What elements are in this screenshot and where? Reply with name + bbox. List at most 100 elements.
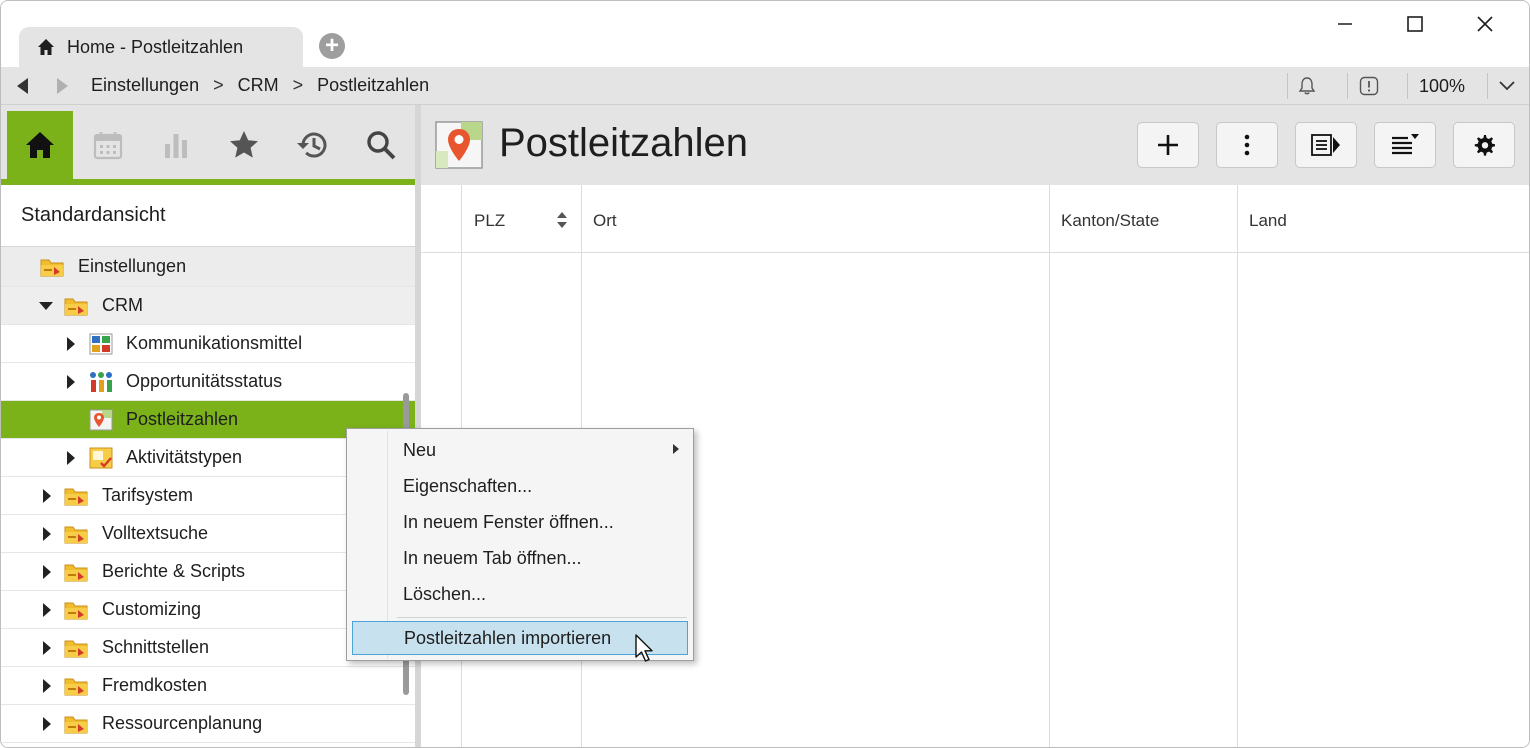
minimize-button[interactable] <box>1325 9 1365 39</box>
opportunity-icon <box>90 371 112 392</box>
folder-icon <box>64 298 88 315</box>
tree-item-crm[interactable]: CRM <box>1 287 415 325</box>
tree-item-label: Kommunikationsmittel <box>126 333 303 353</box>
tree-item-label: Aktivitätstypen <box>126 447 243 467</box>
tree-item-label: Tarifsystem <box>102 485 194 505</box>
caret-right-icon[interactable] <box>43 489 51 503</box>
menu-item-eigenschaften[interactable]: Eigenschaften... <box>347 469 693 503</box>
caret-right-icon[interactable] <box>43 565 51 579</box>
column-header-kanton-state[interactable]: Kanton/State <box>1061 211 1159 231</box>
tree-item-label: Ressourcenplanung <box>102 713 263 733</box>
alert-icon[interactable] <box>1359 76 1379 96</box>
tree-item-fremdkosten[interactable]: Fremdkosten <box>1 667 415 705</box>
tree-item-label: Schnittstellen <box>102 637 210 657</box>
view-title[interactable]: Standardansicht <box>1 185 415 247</box>
caret-right-icon[interactable] <box>43 603 51 617</box>
forward-arrow-icon[interactable] <box>57 78 68 94</box>
menu-item-open-new-window[interactable]: In neuem Fenster öffnen... <box>347 505 693 539</box>
folder-icon <box>64 640 88 657</box>
breadcrumb: Einstellungen > CRM > Postleitzahlen <box>91 75 429 96</box>
list-view-icon <box>1392 134 1419 155</box>
tab-history[interactable] <box>280 111 346 179</box>
tab-home[interactable] <box>7 111 73 179</box>
tree-item-einstellungen[interactable]: Einstellungen <box>1 247 415 287</box>
tab-reports[interactable] <box>143 111 209 179</box>
tab-calendar[interactable] <box>75 111 141 179</box>
column-header-ort[interactable]: Ort <box>593 211 617 231</box>
breadcrumb-separator: > <box>213 75 224 95</box>
caret-right-icon[interactable] <box>67 375 75 389</box>
tree-item-label: Einstellungen <box>78 256 187 276</box>
divider <box>1487 73 1488 99</box>
caret-right-icon[interactable] <box>43 679 51 693</box>
details-pane-button[interactable] <box>1295 122 1357 168</box>
list-view-button[interactable] <box>1374 122 1436 168</box>
add-button[interactable] <box>1137 122 1199 168</box>
settings-icon <box>1474 135 1495 156</box>
menu-item-label: In neuem Tab öffnen... <box>403 547 582 568</box>
tab-favorites[interactable] <box>211 111 277 179</box>
maximize-icon <box>1407 16 1423 32</box>
caret-right-icon[interactable] <box>43 717 51 731</box>
menu-item-loschen[interactable]: Löschen... <box>347 577 693 611</box>
maximize-button[interactable] <box>1395 9 1435 39</box>
breadcrumb-item-einstellungen[interactable]: Einstellungen <box>91 75 199 96</box>
folder-icon <box>64 526 88 543</box>
star-icon <box>230 131 258 158</box>
folder-icon <box>40 259 64 276</box>
tree-item-label: Fremdkosten <box>102 675 208 695</box>
navigation-tabs <box>1 105 415 185</box>
close-button[interactable] <box>1465 9 1505 39</box>
tree-item-label: Customizing <box>102 599 202 619</box>
caret-right-icon[interactable] <box>67 451 75 465</box>
menu-item-label: Postleitzahlen importieren <box>404 627 612 648</box>
column-divider <box>1049 185 1050 747</box>
column-header-land[interactable]: Land <box>1249 211 1287 231</box>
breadcrumb-item-postleitzahlen[interactable]: Postleitzahlen <box>317 75 429 96</box>
caret-right-icon[interactable] <box>43 527 51 541</box>
page-title: Postleitzahlen <box>499 121 749 165</box>
folder-icon <box>64 488 88 505</box>
column-divider <box>1237 185 1238 747</box>
back-arrow-icon[interactable] <box>17 78 28 94</box>
search-icon <box>367 131 396 160</box>
tree-item-label: CRM <box>102 295 143 315</box>
tab-home-postleitzahlen[interactable]: Home - Postleitzahlen <box>19 27 303 67</box>
bell-icon[interactable] <box>1297 76 1317 96</box>
content-header: Postleitzahlen <box>421 105 1529 185</box>
folder-icon <box>64 602 88 619</box>
tree-item-kommunikationsmittel[interactable]: Kommunikationsmittel <box>1 325 415 363</box>
tree-item-label: Volltextsuche <box>102 523 209 543</box>
plus-icon: + <box>324 32 339 59</box>
context-menu: Neu Eigenschaften... In neuem Fenster öf… <box>346 428 694 661</box>
divider <box>1287 73 1288 99</box>
grid-header <box>421 185 1529 253</box>
caret-right-icon[interactable] <box>67 337 75 351</box>
home-icon <box>26 132 54 158</box>
communication-icon <box>89 333 113 354</box>
tree-item-ressourcenplanung[interactable]: Ressourcenplanung <box>1 705 415 743</box>
divider <box>1347 73 1348 99</box>
column-header-plz[interactable]: PLZ <box>474 211 505 231</box>
tab-search[interactable] <box>348 111 414 179</box>
settings-button[interactable] <box>1453 122 1515 168</box>
tree-item-label: Postleitzahlen <box>126 409 239 429</box>
menu-item-open-new-tab[interactable]: In neuem Tab öffnen... <box>347 541 693 575</box>
menu-item-label: Eigenschaften... <box>403 475 533 496</box>
tree-item-opportunitatsstatus[interactable]: Opportunitätsstatus <box>1 363 415 401</box>
more-options-button[interactable] <box>1216 122 1278 168</box>
location-pin-icon <box>89 409 113 430</box>
chevron-down-icon[interactable] <box>1499 79 1515 91</box>
home-icon <box>38 39 54 55</box>
caret-down-icon[interactable] <box>39 302 53 310</box>
sort-icon[interactable] <box>556 211 568 229</box>
breadcrumb-item-crm[interactable]: CRM <box>238 75 279 96</box>
caret-right-icon[interactable] <box>43 641 51 655</box>
menu-item-neu[interactable]: Neu <box>347 433 693 467</box>
address-bar: Einstellungen > CRM > Postleitzahlen 100… <box>1 67 1529 105</box>
folder-icon <box>64 678 88 695</box>
add-tab-button[interactable]: + <box>319 33 345 59</box>
minimize-icon <box>1338 23 1352 25</box>
activity-icon <box>89 447 113 468</box>
zoom-level[interactable]: 100% <box>1419 76 1465 97</box>
